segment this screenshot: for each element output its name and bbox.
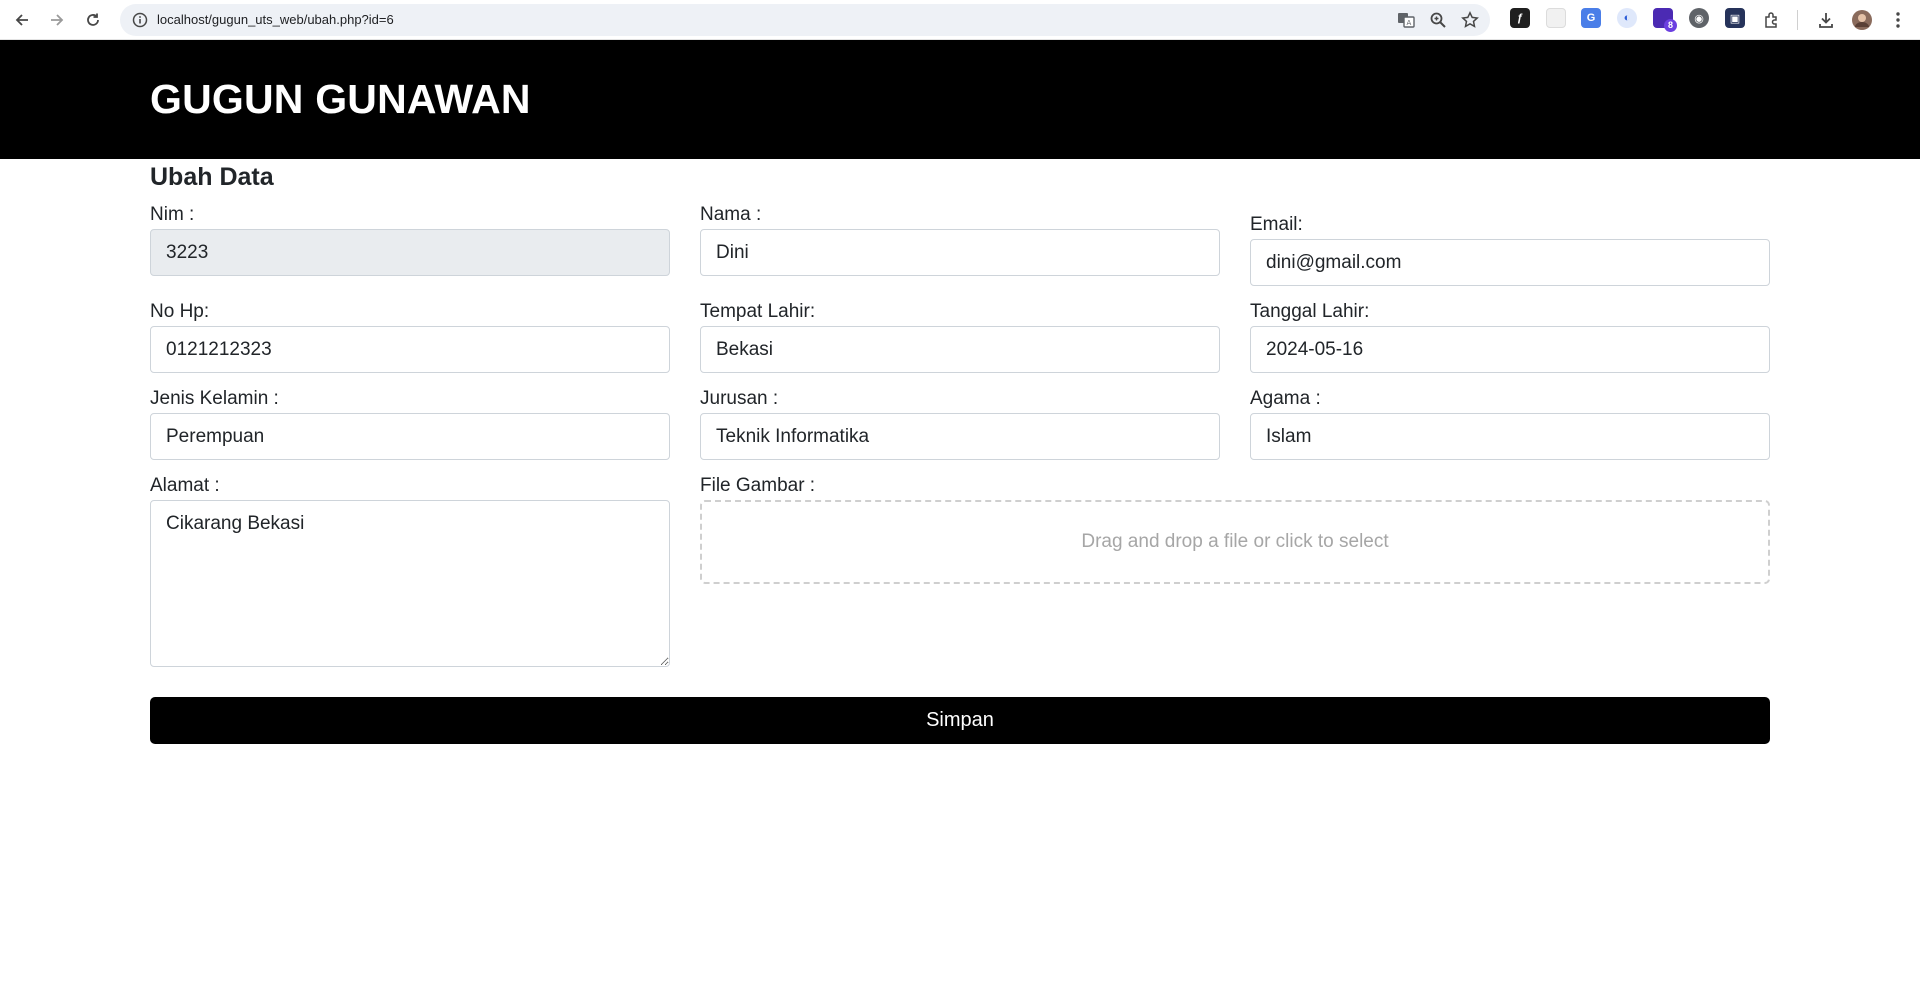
page-title: Ubah Data [150,163,274,191]
agama-label: Agama : [1250,388,1321,409]
jurusan-input[interactable] [700,413,1220,460]
back-arrow-icon[interactable] [10,8,34,32]
extension-translate-icon[interactable]: G [1581,8,1601,28]
site-title: GUGUN GUNAWAN [150,76,531,122]
extension-circle-icon[interactable]: ◐ [1617,8,1637,28]
email-input[interactable] [1250,239,1770,286]
nama-label: Nama : [700,204,762,225]
no-hp-label: No Hp: [150,301,210,322]
email-label: Email: [1250,214,1303,235]
tempat-lahir-input[interactable] [700,326,1220,373]
forward-arrow-icon[interactable] [45,8,69,32]
alamat-label: Alamat : [150,475,220,496]
tanggal-lahir-input[interactable] [1250,326,1770,373]
alamat-textarea[interactable]: Cikarang Bekasi [150,500,670,667]
tanggal-lahir-label: Tanggal Lahir: [1250,301,1370,322]
jurusan-label: Jurusan : [700,388,779,409]
site-header: GUGUN GUNAWAN [0,40,1920,159]
extension-blank-icon[interactable] [1546,8,1566,28]
nim-input[interactable] [150,229,670,276]
svg-text:A: A [1407,19,1412,27]
extension-count-badge: 8 [1664,19,1677,32]
browser-toolbar: localhost/gugun_uts_web/ubah.php?id=6 A … [0,0,1920,40]
file-dropzone[interactable]: Drag and drop a file or click to select [700,500,1770,584]
bookmark-star-icon[interactable] [1461,11,1479,29]
zoom-icon[interactable] [1429,11,1447,29]
download-icon[interactable] [1814,8,1838,32]
url-text: localhost/gugun_uts_web/ubah.php?id=6 [157,12,394,27]
extension-badge-icon[interactable]: 8 [1653,8,1677,32]
tempat-lahir-label: Tempat Lahir: [700,301,816,322]
nama-input[interactable] [700,229,1220,276]
no-hp-input[interactable] [150,326,670,373]
file-gambar-label: File Gambar : [700,475,816,496]
extension-robot-icon[interactable]: ◉ [1689,8,1709,28]
site-info-icon[interactable] [132,12,148,28]
reload-icon[interactable] [81,8,105,32]
agama-input[interactable] [1250,413,1770,460]
address-bar[interactable]: localhost/gugun_uts_web/ubah.php?id=6 A [120,4,1490,36]
toolbar-separator [1797,10,1798,30]
translate-icon[interactable]: A [1397,11,1415,29]
extension-dark-icon[interactable]: ▣ [1725,8,1745,28]
menu-kebab-icon[interactable] [1886,8,1910,32]
nim-label: Nim : [150,204,195,225]
profile-avatar[interactable] [1850,8,1874,32]
dropzone-placeholder: Drag and drop a file or click to select [1081,531,1389,552]
extensions-puzzle-icon[interactable] [1760,8,1784,32]
jenis-kelamin-label: Jenis Kelamin : [150,388,279,409]
jenis-kelamin-input[interactable] [150,413,670,460]
simpan-button[interactable]: Simpan [150,697,1770,744]
extension-f-icon[interactable]: ƒ [1510,8,1530,28]
